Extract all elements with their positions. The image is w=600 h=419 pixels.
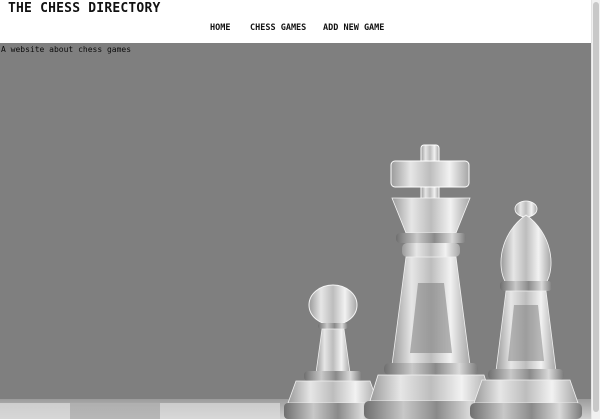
- pawn-piece: [284, 284, 382, 419]
- page: THE CHESS DIRECTORY HOME CHESS GAMES ADD…: [0, 0, 600, 419]
- nav-add-new-game-link[interactable]: ADD NEW GAME: [323, 23, 384, 33]
- site-title[interactable]: THE CHESS DIRECTORY: [8, 1, 161, 16]
- site-header: THE CHESS DIRECTORY HOME CHESS GAMES ADD…: [0, 0, 592, 43]
- king-piece: [364, 144, 496, 419]
- nav-home-link[interactable]: HOME: [210, 23, 230, 33]
- site-tagline: A website about chess games: [1, 45, 132, 54]
- bishop-piece: [470, 200, 582, 419]
- nav-chess-games-link[interactable]: CHESS GAMES: [250, 23, 306, 33]
- chess-pieces-image: [0, 144, 592, 419]
- page-scrollbar[interactable]: [591, 0, 600, 419]
- main-nav: HOME CHESS GAMES ADD NEW GAME: [0, 23, 592, 37]
- hero-banner: A website about chess games: [0, 43, 592, 419]
- scrollbar-thumb[interactable]: [593, 2, 599, 412]
